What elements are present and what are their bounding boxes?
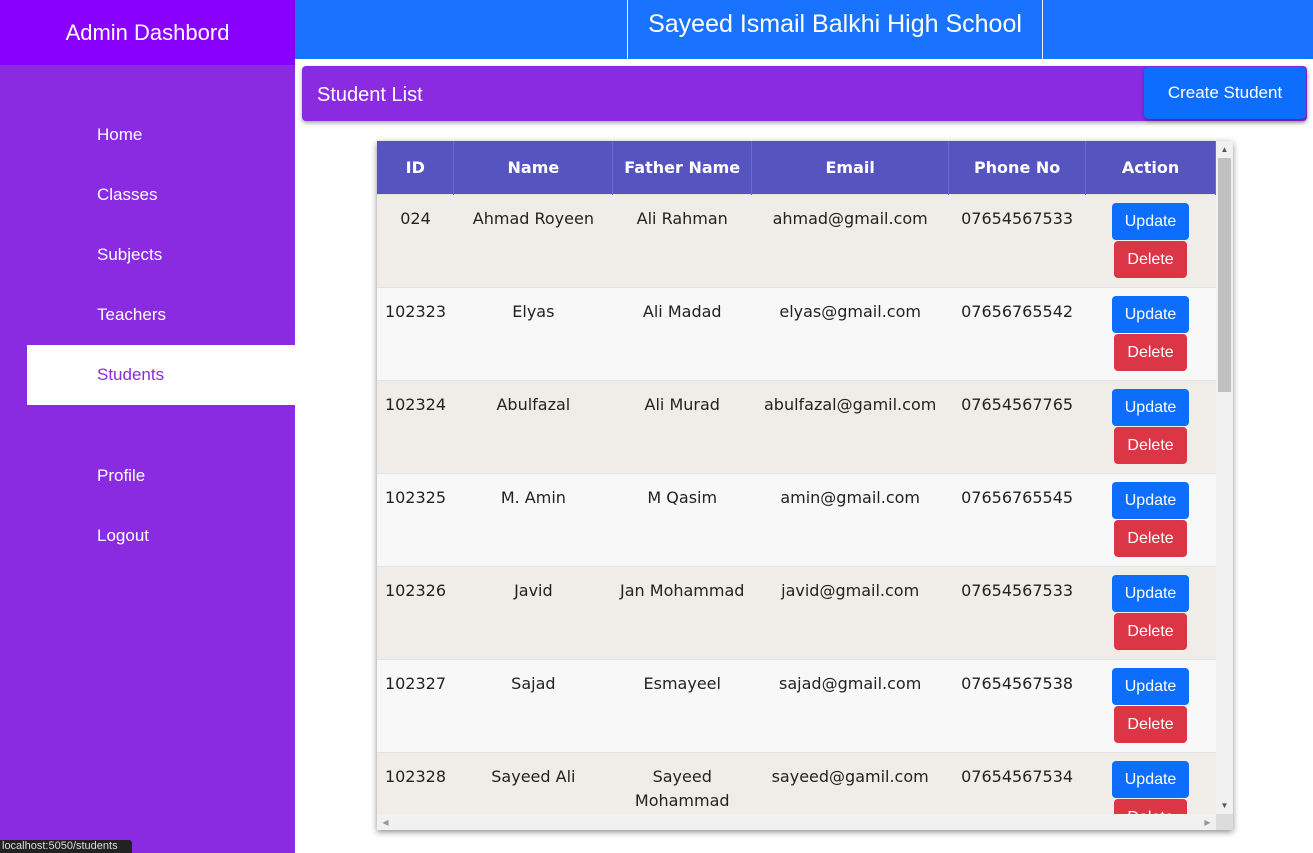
table-row: 102326 Javid Jan Mohammad javid@gmail.co… <box>377 566 1216 659</box>
vertical-scroll-thumb[interactable] <box>1218 158 1231 392</box>
cell-action: Update Delete <box>1086 194 1216 287</box>
update-button[interactable]: Update <box>1112 760 1190 798</box>
update-button[interactable]: Update <box>1112 388 1190 426</box>
cell-id: 102326 <box>384 580 447 600</box>
cell-email: javid@gmail.com <box>781 580 920 600</box>
cell-action: Update Delete <box>1086 287 1216 380</box>
scroll-left-arrow-icon[interactable]: ◀ <box>377 814 394 830</box>
update-button[interactable]: Update <box>1112 481 1190 519</box>
cell-father-name: M Qasim <box>647 487 718 507</box>
cell-name: Javid <box>514 580 553 600</box>
cell-id: 102327 <box>384 673 447 693</box>
cell-father-name: Ali Rahman <box>636 208 728 228</box>
delete-button[interactable]: Delete <box>1114 705 1188 743</box>
sidebar-nav-bottom <box>0 405 295 853</box>
cell-father-name: Ali Madad <box>642 301 722 321</box>
update-button[interactable]: Update <box>1112 574 1190 612</box>
cell-father-name: Sayeed Mohammad <box>634 766 730 810</box>
cell-phone: 07654567533 <box>961 580 1074 600</box>
update-button[interactable]: Update <box>1112 202 1190 240</box>
cell-name: Sajad <box>511 673 556 693</box>
students-table-panel: ID Name Father Name Email Phone No Actio… <box>377 141 1233 830</box>
scroll-down-arrow-icon[interactable]: ▼ <box>1216 797 1233 814</box>
column-header-email: Email <box>751 141 950 194</box>
sidebar-item-teachers[interactable]: Teachers <box>97 305 166 325</box>
column-header-father-name: Father Name <box>612 141 753 194</box>
sidebar-title: Admin Dashbord <box>0 0 295 65</box>
sidebar: Admin Dashbord Home Classes Subjects Tea… <box>0 0 295 853</box>
horizontal-scrollbar[interactable]: ◀ ▶ <box>377 814 1216 830</box>
table-row: 024 Ahmad Royeen Ali Rahman ahmad@gmail.… <box>377 194 1216 287</box>
column-header-phone: Phone No <box>948 141 1087 194</box>
table-header-row: ID Name Father Name Email Phone No Actio… <box>377 141 1216 194</box>
column-header-id: ID <box>377 141 455 194</box>
delete-button[interactable]: Delete <box>1114 333 1188 371</box>
cell-phone: 07654567533 <box>961 208 1074 228</box>
cell-action: Update Delete <box>1086 473 1216 566</box>
cell-email: amin@gmail.com <box>780 487 920 507</box>
cell-email: abulfazal@gamil.com <box>763 394 937 414</box>
cell-phone: 07656765545 <box>961 487 1074 507</box>
delete-button[interactable]: Delete <box>1114 426 1188 464</box>
sidebar-nav-top <box>0 65 295 345</box>
delete-button[interactable]: Delete <box>1114 612 1188 650</box>
cell-phone: 07656765542 <box>961 301 1074 321</box>
update-button[interactable]: Update <box>1112 667 1190 705</box>
cell-id: 102328 <box>384 766 447 786</box>
vertical-scrollbar[interactable]: ▲ ▼ <box>1216 141 1233 814</box>
table-row: 102328 Sayeed Ali Sayeed Mohammad sayeed… <box>377 752 1216 814</box>
table-row: 102323 Elyas Ali Madad elyas@gmail.com 0… <box>377 287 1216 380</box>
table-row: 102325 M. Amin M Qasim amin@gmail.com 07… <box>377 473 1216 566</box>
cell-action: Update Delete <box>1086 566 1216 659</box>
create-student-button[interactable]: Create Student <box>1144 67 1306 119</box>
cell-id: 102325 <box>384 487 447 507</box>
cell-action: Update Delete <box>1086 659 1216 752</box>
cell-father-name: Ali Murad <box>644 394 720 414</box>
students-table: ID Name Father Name Email Phone No Actio… <box>377 141 1216 814</box>
cell-email: ahmad@gmail.com <box>772 208 928 228</box>
column-header-action: Action <box>1085 141 1216 194</box>
cell-phone: 07654567534 <box>961 766 1074 786</box>
cell-father-name: Esmayeel <box>643 673 721 693</box>
cell-name: Abulfazal <box>496 394 571 414</box>
cell-name: M. Amin <box>500 487 566 507</box>
cell-father-name: Jan Mohammad <box>620 580 745 600</box>
scrollbar-corner <box>1216 814 1233 830</box>
school-name: Sayeed Ismail Balkhi High School <box>627 0 1043 59</box>
table-viewport: ID Name Father Name Email Phone No Actio… <box>377 141 1216 814</box>
cell-id: 024 <box>400 208 431 228</box>
cell-phone: 07654567765 <box>961 394 1074 414</box>
top-bar: Sayeed Ismail Balkhi High School <box>295 0 1313 59</box>
cell-name: Sayeed Ali <box>491 766 576 786</box>
cell-email: sayeed@gamil.com <box>771 766 929 786</box>
delete-button[interactable]: Delete <box>1114 519 1188 557</box>
cell-phone: 07654567538 <box>961 673 1074 693</box>
sidebar-active-left-fill <box>0 345 27 405</box>
scroll-up-arrow-icon[interactable]: ▲ <box>1216 141 1233 158</box>
status-bar-url: localhost:5050/students <box>0 840 132 853</box>
sidebar-item-profile[interactable]: Profile <box>97 466 145 486</box>
cell-id: 102324 <box>384 394 447 414</box>
cell-id: 102323 <box>384 301 447 321</box>
sidebar-item-home[interactable]: Home <box>97 125 142 145</box>
table-row: 102327 Sajad Esmayeel sajad@gmail.com 07… <box>377 659 1216 752</box>
sidebar-item-students[interactable]: Students <box>97 365 164 385</box>
cell-name: Elyas <box>512 301 555 321</box>
cell-name: Ahmad Royeen <box>472 208 594 228</box>
cell-email: sajad@gmail.com <box>779 673 922 693</box>
column-header-name: Name <box>453 141 614 194</box>
update-button[interactable]: Update <box>1112 295 1190 333</box>
delete-button[interactable]: Delete <box>1114 240 1188 278</box>
cell-action: Update Delete <box>1086 380 1216 473</box>
sidebar-item-logout[interactable]: Logout <box>97 526 149 546</box>
sidebar-item-subjects[interactable]: Subjects <box>97 245 162 265</box>
delete-button[interactable]: Delete <box>1114 798 1188 814</box>
sidebar-item-classes[interactable]: Classes <box>97 185 157 205</box>
student-list-header: Student List Create Student <box>302 66 1307 121</box>
table-row: 102324 Abulfazal Ali Murad abulfazal@gam… <box>377 380 1216 473</box>
page-title: Student List <box>317 84 423 106</box>
cell-email: elyas@gmail.com <box>779 301 921 321</box>
cell-action: Update Delete <box>1086 752 1216 814</box>
scroll-right-arrow-icon[interactable]: ▶ <box>1199 814 1216 830</box>
